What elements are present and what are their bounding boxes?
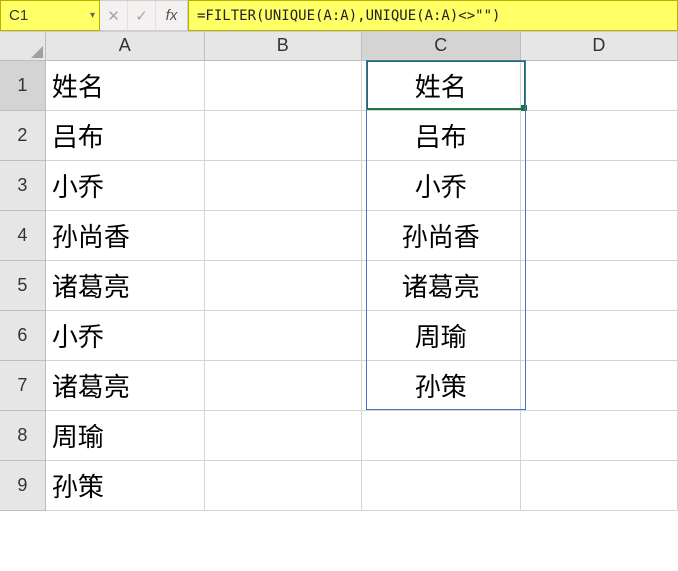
- cell-C9[interactable]: [361, 460, 520, 510]
- spreadsheet-grid[interactable]: A B C D 1 姓名 姓名 2 吕布 吕布 3 小乔 小乔 4: [0, 32, 678, 511]
- cell-D6[interactable]: [520, 310, 677, 360]
- name-box-value: C1: [9, 7, 28, 24]
- confirm-button[interactable]: ✓: [128, 1, 156, 30]
- cell-B9[interactable]: [204, 460, 361, 510]
- formula-text: =FILTER(UNIQUE(A:A),UNIQUE(A:A)<>""): [197, 8, 500, 24]
- cell-B8[interactable]: [204, 410, 361, 460]
- cell-A8[interactable]: 周瑜: [45, 410, 204, 460]
- col-header-B[interactable]: B: [204, 32, 361, 60]
- row-header-5[interactable]: 5: [0, 260, 45, 310]
- cell-C8[interactable]: [361, 410, 520, 460]
- cell-D2[interactable]: [520, 110, 677, 160]
- cell-C6[interactable]: 周瑜: [361, 310, 520, 360]
- cell-D3[interactable]: [520, 160, 677, 210]
- dropdown-icon[interactable]: ▾: [90, 10, 95, 21]
- cell-D1[interactable]: [520, 60, 677, 110]
- cell-C7[interactable]: 孙策: [361, 360, 520, 410]
- row-header-4[interactable]: 4: [0, 210, 45, 260]
- select-all-corner[interactable]: [0, 32, 45, 60]
- cell-A9[interactable]: 孙策: [45, 460, 204, 510]
- cancel-button[interactable]: ✕: [100, 1, 128, 30]
- cell-D4[interactable]: [520, 210, 677, 260]
- cell-B2[interactable]: [204, 110, 361, 160]
- cell-B6[interactable]: [204, 310, 361, 360]
- formula-input[interactable]: =FILTER(UNIQUE(A:A),UNIQUE(A:A)<>""): [188, 0, 678, 31]
- row-header-2[interactable]: 2: [0, 110, 45, 160]
- cell-D5[interactable]: [520, 260, 677, 310]
- cell-C2[interactable]: 吕布: [361, 110, 520, 160]
- cell-B7[interactable]: [204, 360, 361, 410]
- cell-B1[interactable]: [204, 60, 361, 110]
- cell-C3[interactable]: 小乔: [361, 160, 520, 210]
- cell-B4[interactable]: [204, 210, 361, 260]
- cell-C4[interactable]: 孙尚香: [361, 210, 520, 260]
- cell-A3[interactable]: 小乔: [45, 160, 204, 210]
- row-header-9[interactable]: 9: [0, 460, 45, 510]
- cell-A2[interactable]: 吕布: [45, 110, 204, 160]
- row-header-1[interactable]: 1: [0, 60, 45, 110]
- cell-A6[interactable]: 小乔: [45, 310, 204, 360]
- name-box[interactable]: C1 ▾: [0, 0, 100, 31]
- cell-D9[interactable]: [520, 460, 677, 510]
- cell-D7[interactable]: [520, 360, 677, 410]
- cell-A4[interactable]: 孙尚香: [45, 210, 204, 260]
- row-header-7[interactable]: 7: [0, 360, 45, 410]
- row-header-3[interactable]: 3: [0, 160, 45, 210]
- cell-D8[interactable]: [520, 410, 677, 460]
- fx-controls: ✕ ✓ fx: [100, 0, 188, 31]
- cell-C5[interactable]: 诸葛亮: [361, 260, 520, 310]
- row-header-6[interactable]: 6: [0, 310, 45, 360]
- row-header-8[interactable]: 8: [0, 410, 45, 460]
- col-header-D[interactable]: D: [520, 32, 677, 60]
- formula-bar: C1 ▾ ✕ ✓ fx =FILTER(UNIQUE(A:A),UNIQUE(A…: [0, 0, 678, 32]
- cell-B5[interactable]: [204, 260, 361, 310]
- cell-A5[interactable]: 诸葛亮: [45, 260, 204, 310]
- cell-C1[interactable]: 姓名: [361, 60, 520, 110]
- cell-A1[interactable]: 姓名: [45, 60, 204, 110]
- col-header-A[interactable]: A: [45, 32, 204, 60]
- col-header-C[interactable]: C: [361, 32, 520, 60]
- cell-A7[interactable]: 诸葛亮: [45, 360, 204, 410]
- cell-B3[interactable]: [204, 160, 361, 210]
- fx-icon[interactable]: fx: [156, 1, 188, 30]
